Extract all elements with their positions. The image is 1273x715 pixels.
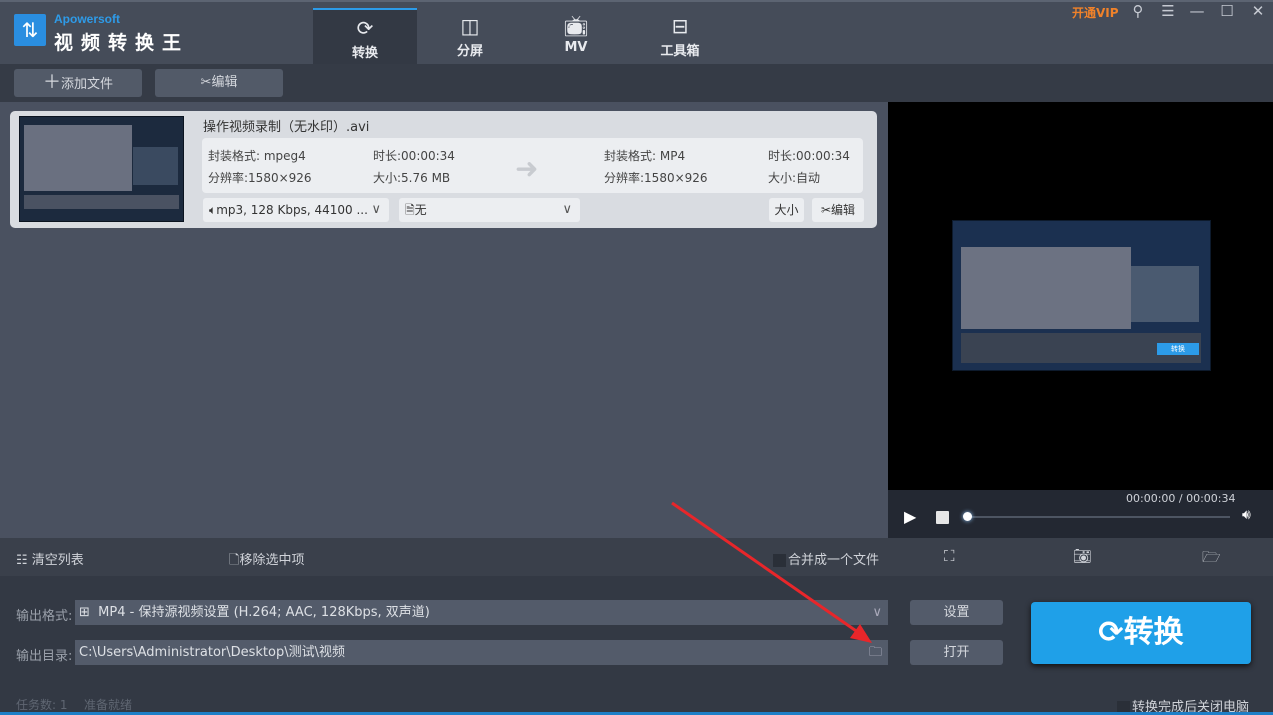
source-format: 封装格式: mpeg4	[208, 149, 306, 163]
source-resolution: 分辨率:1580×926	[208, 171, 312, 185]
plus-icon: ＋	[42, 72, 61, 93]
volume-icon[interactable]: 🔊︎	[1242, 507, 1251, 523]
remove-file-icon: 🗋	[229, 553, 240, 568]
user-icon[interactable]: ⚲	[1127, 2, 1149, 20]
chevron-down-icon: ∨	[872, 605, 882, 620]
merge-checkbox[interactable]: 合并成一个文件	[773, 549, 879, 568]
refresh-icon: ⟳	[356, 16, 374, 40]
arrow-right-icon: ➜	[515, 152, 539, 185]
target-format: 封装格式: MP4	[604, 149, 686, 163]
task-count: 任务数: 1	[16, 698, 68, 712]
audio-track-dropdown[interactable]: 🔈︎mp3, 128 Kbps, 44100 ... ∨	[203, 198, 389, 222]
output-format-select[interactable]: ⊞ MP4 - 保持源视频设置 (H.264; AAC, 128Kbps, 双声…	[75, 600, 888, 625]
refresh-icon: ⟳	[1098, 615, 1124, 650]
minimize-icon[interactable]: —	[1186, 2, 1208, 20]
output-dir-input[interactable]: C:\Users\Administrator\Desktop\测试\视频 🗀	[75, 640, 888, 665]
folder-browse-icon[interactable]: 🗀	[869, 640, 882, 665]
menu-icon[interactable]: ☰	[1157, 2, 1179, 20]
subtitle-file-icon: 🗎	[405, 203, 415, 217]
output-format-label: 输出格式:	[16, 609, 73, 624]
tab-toolbox[interactable]: ⊟ 工具箱	[628, 8, 732, 64]
seek-handle[interactable]	[963, 512, 972, 521]
clear-list-icon: ☷	[16, 553, 28, 568]
tv-icon: 📺︎	[563, 14, 589, 38]
split-screen-icon: ◫	[460, 14, 480, 38]
remove-selected-button[interactable]: 🗋移除选中项	[229, 549, 304, 573]
tab-split-screen[interactable]: ◫ 分屏	[418, 8, 522, 64]
chevron-down-icon: ∨	[562, 202, 572, 217]
edit-button[interactable]: ✂编辑	[155, 69, 283, 97]
target-size: 大小:自动	[768, 171, 821, 185]
chevron-down-icon: ∨	[371, 202, 381, 217]
checkbox-icon	[773, 554, 786, 567]
stop-icon[interactable]	[936, 511, 949, 524]
playback-time: 00:00:00 / 00:00:34	[1126, 492, 1236, 505]
source-duration: 时长:00:00:34	[373, 149, 455, 163]
fullscreen-icon[interactable]: ⛶	[944, 547, 955, 565]
subtitle-dropdown[interactable]: 🗎无 ∨	[399, 198, 580, 222]
output-dir-label: 输出目录:	[16, 649, 73, 664]
file-name: 操作视频录制（无水印）.avi	[203, 120, 370, 135]
add-file-button[interactable]: ＋添加文件	[14, 69, 142, 97]
convert-button[interactable]: ⟳转换	[1031, 602, 1251, 664]
file-thumbnail	[19, 116, 184, 222]
size-button[interactable]: 大小	[769, 198, 804, 222]
tab-mv[interactable]: 📺︎ MV	[524, 8, 628, 64]
tab-convert[interactable]: ⟳ 转换	[313, 8, 417, 64]
open-folder-icon[interactable]: 🗁	[1202, 547, 1221, 572]
preview-frame: 转换	[952, 220, 1211, 371]
settings-button[interactable]: 设置	[910, 600, 1003, 625]
target-resolution: 分辨率:1580×926	[604, 171, 708, 185]
toolbox-icon: ⊟	[671, 14, 689, 38]
scissors-icon: ✂	[820, 203, 832, 217]
vip-link[interactable]: 开通VIP	[1072, 4, 1119, 21]
brand-name: Apowersoft	[54, 12, 120, 26]
open-button[interactable]: 打开	[910, 640, 1003, 665]
list-actions-bar	[0, 538, 888, 576]
target-duration: 时长:00:00:34	[768, 149, 850, 163]
clear-list-button[interactable]: ☷ 清空列表	[16, 549, 84, 568]
camera-icon[interactable]: 📷︎	[1073, 547, 1092, 565]
source-size: 大小:5.76 MB	[373, 171, 451, 185]
scissors-icon: ✂	[200, 75, 212, 90]
item-edit-button[interactable]: ✂编辑	[812, 198, 864, 222]
format-icon: ⊞	[79, 605, 90, 620]
status-text: 准备就绪	[84, 698, 133, 712]
maximize-icon[interactable]: ☐	[1216, 2, 1238, 20]
seek-bar[interactable]	[968, 516, 1230, 518]
app-name: 视频转换王	[54, 32, 190, 54]
app-logo-icon: ⇅	[14, 14, 46, 46]
play-icon[interactable]: ▶	[904, 507, 916, 526]
close-icon[interactable]: ✕	[1247, 2, 1269, 20]
